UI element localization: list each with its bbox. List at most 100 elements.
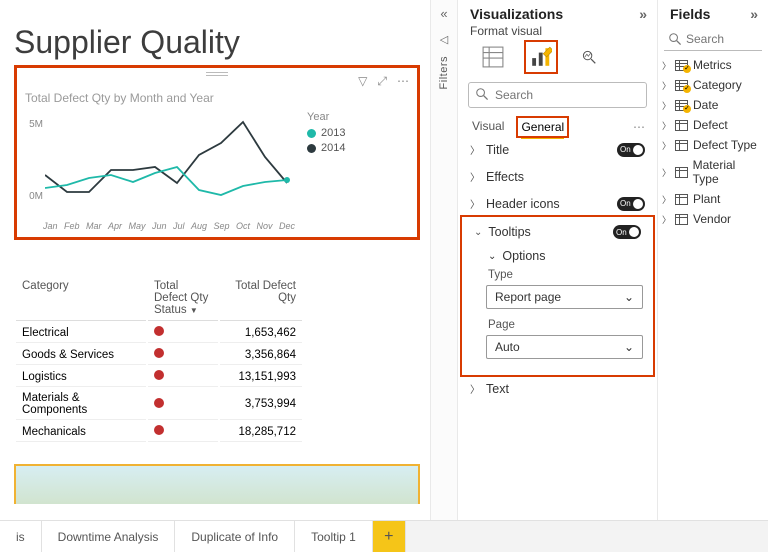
add-page-button[interactable]: + (373, 521, 406, 552)
cell-qty: 3,753,994 (220, 389, 302, 420)
field-table-item[interactable]: 〉✓Category (658, 75, 768, 95)
page-tab[interactable]: is (0, 521, 42, 552)
chevron-right-icon: 〉 (470, 381, 480, 396)
status-dot-icon (154, 398, 164, 408)
tooltip-type-label: Type (462, 267, 653, 283)
more-tabs-icon[interactable]: ⋯ (633, 120, 645, 134)
cell-status (148, 345, 218, 365)
header-icons-toggle[interactable]: On (617, 197, 645, 211)
category-table[interactable]: Category Total Defect Qty Status ▼ Total… (14, 274, 304, 444)
chart-legend: Year 2013 2014 (307, 111, 345, 229)
legend-dot-icon (307, 144, 316, 153)
cell-category: Materials & Components (16, 389, 146, 420)
table-header[interactable]: Total Defect Qty Status ▼ (148, 276, 218, 321)
property-text[interactable]: 〉Text (458, 375, 657, 402)
field-label: Vendor (693, 212, 731, 226)
xaxis-tick: May (128, 221, 145, 231)
cell-qty: 3,356,864 (220, 345, 302, 365)
more-options-icon[interactable]: ⋯ (397, 74, 409, 89)
chevron-down-icon: ⌄ (474, 227, 482, 238)
legend-item[interactable]: 2013 (307, 127, 345, 139)
build-visual-icon[interactable] (480, 44, 506, 70)
field-table-item[interactable]: 〉Defect Type (658, 135, 768, 155)
page-tab[interactable]: Duplicate of Info (175, 521, 295, 552)
table-icon (675, 140, 688, 151)
tooltips-toggle[interactable]: On (613, 225, 641, 239)
focus-mode-icon[interactable]: ⤢ (377, 74, 387, 89)
yaxis-tick: 0M (21, 191, 43, 202)
collapse-fields-icon[interactable]: » (750, 6, 758, 22)
page-tab[interactable]: Tooltip 1 (295, 521, 373, 552)
format-visual-icon[interactable] (528, 44, 554, 70)
table-icon (675, 214, 688, 225)
cell-category: Goods & Services (16, 345, 146, 365)
property-effects[interactable]: 〉Effects (458, 163, 657, 190)
chevron-down-icon: ⌄ (488, 251, 496, 262)
property-tooltips[interactable]: ⌄Tooltips On (462, 219, 653, 245)
table-icon: ✓ (675, 60, 688, 71)
chevron-right-icon: 〉 (662, 99, 671, 112)
table-icon (675, 167, 688, 178)
status-dot-icon (154, 326, 164, 336)
field-label: Plant (693, 192, 720, 206)
expand-filters-icon[interactable]: « (440, 0, 447, 27)
chevron-right-icon: 〉 (662, 213, 671, 226)
field-table-item[interactable]: 〉Material Type (658, 155, 768, 189)
filters-pane-collapsed[interactable]: « ◁ Filters (430, 0, 458, 520)
chart-title: Total Defect Qty by Month and Year (25, 91, 409, 105)
field-table-item[interactable]: 〉Defect (658, 115, 768, 135)
series-line-2014 (45, 122, 287, 192)
table-icon (675, 194, 688, 205)
chevron-right-icon: 〉 (470, 196, 480, 211)
map-visual[interactable] (14, 464, 420, 504)
table-icon: ✓ (675, 80, 688, 91)
table-row[interactable]: Electrical1,653,462 (16, 323, 302, 343)
title-toggle[interactable]: On (617, 143, 645, 157)
format-search-input[interactable] (468, 82, 647, 108)
field-table-item[interactable]: 〉 Vendor (658, 209, 768, 229)
legend-item[interactable]: 2014 (307, 142, 345, 154)
table-header[interactable]: Total Defect Qty (220, 276, 302, 321)
table-row[interactable]: Goods & Services 3,356,864 (16, 345, 302, 365)
cell-status (148, 323, 218, 343)
table-row[interactable]: Materials & Components 3,753,994 (16, 389, 302, 420)
tab-visual[interactable]: Visual (472, 119, 504, 136)
report-canvas[interactable]: Supplier Quality ▽ ⤢ ⋯ Total Defect Qty … (0, 0, 430, 520)
tooltip-page-dropdown[interactable]: Auto⌄ (486, 335, 643, 359)
chevron-right-icon: 〉 (662, 59, 671, 72)
field-table-item[interactable]: 〉✓Metrics (658, 55, 768, 75)
chart-plot: 5M 0M JanFebMarAprMayJunJulAugSepOctNovD… (25, 111, 295, 229)
visualizations-panel: Visualizations » Format visual Visual Ge… (458, 0, 658, 520)
field-label: Defect (693, 118, 728, 132)
chevron-right-icon: 〉 (662, 166, 671, 179)
table-row[interactable]: Logistics13,151,993 (16, 367, 302, 387)
table-icon: ✓ (675, 100, 688, 111)
collapse-panel-icon[interactable]: » (639, 6, 647, 22)
page-title: Supplier Quality (14, 24, 420, 61)
chart-visual[interactable]: ▽ ⤢ ⋯ Total Defect Qty by Month and Year… (14, 65, 420, 240)
chevron-right-icon: 〉 (470, 142, 480, 157)
field-table-item[interactable]: 〉Plant (658, 189, 768, 209)
property-header-icons[interactable]: 〉Header icons On (458, 190, 657, 217)
drag-handle-icon[interactable] (206, 72, 228, 76)
xaxis-tick: Sep (213, 221, 229, 231)
tooltip-page-label: Page (462, 317, 653, 333)
xaxis-tick: Oct (236, 221, 250, 231)
table-header[interactable]: Category (16, 276, 146, 321)
tooltip-type-dropdown[interactable]: Report page⌄ (486, 285, 643, 309)
search-icon (668, 32, 682, 49)
cell-category: Mechanicals (16, 422, 146, 442)
field-table-item[interactable]: 〉✓Date (658, 95, 768, 115)
cell-category: Logistics (16, 367, 146, 387)
analytics-icon[interactable] (576, 44, 602, 70)
tooltips-options-header[interactable]: ⌄Options (462, 245, 653, 267)
xaxis-tick: Mar (86, 221, 102, 231)
xaxis-tick: Jul (173, 221, 185, 231)
filter-icon[interactable]: ▽ (358, 74, 367, 89)
table-row[interactable]: Mechanicals 18,285,712 (16, 422, 302, 442)
status-dot-icon (154, 425, 164, 435)
page-tab[interactable]: Downtime Analysis (42, 521, 176, 552)
cell-qty: 18,285,712 (220, 422, 302, 442)
property-title[interactable]: 〉Title On (458, 136, 657, 163)
sort-caret-icon: ▼ (190, 306, 198, 315)
